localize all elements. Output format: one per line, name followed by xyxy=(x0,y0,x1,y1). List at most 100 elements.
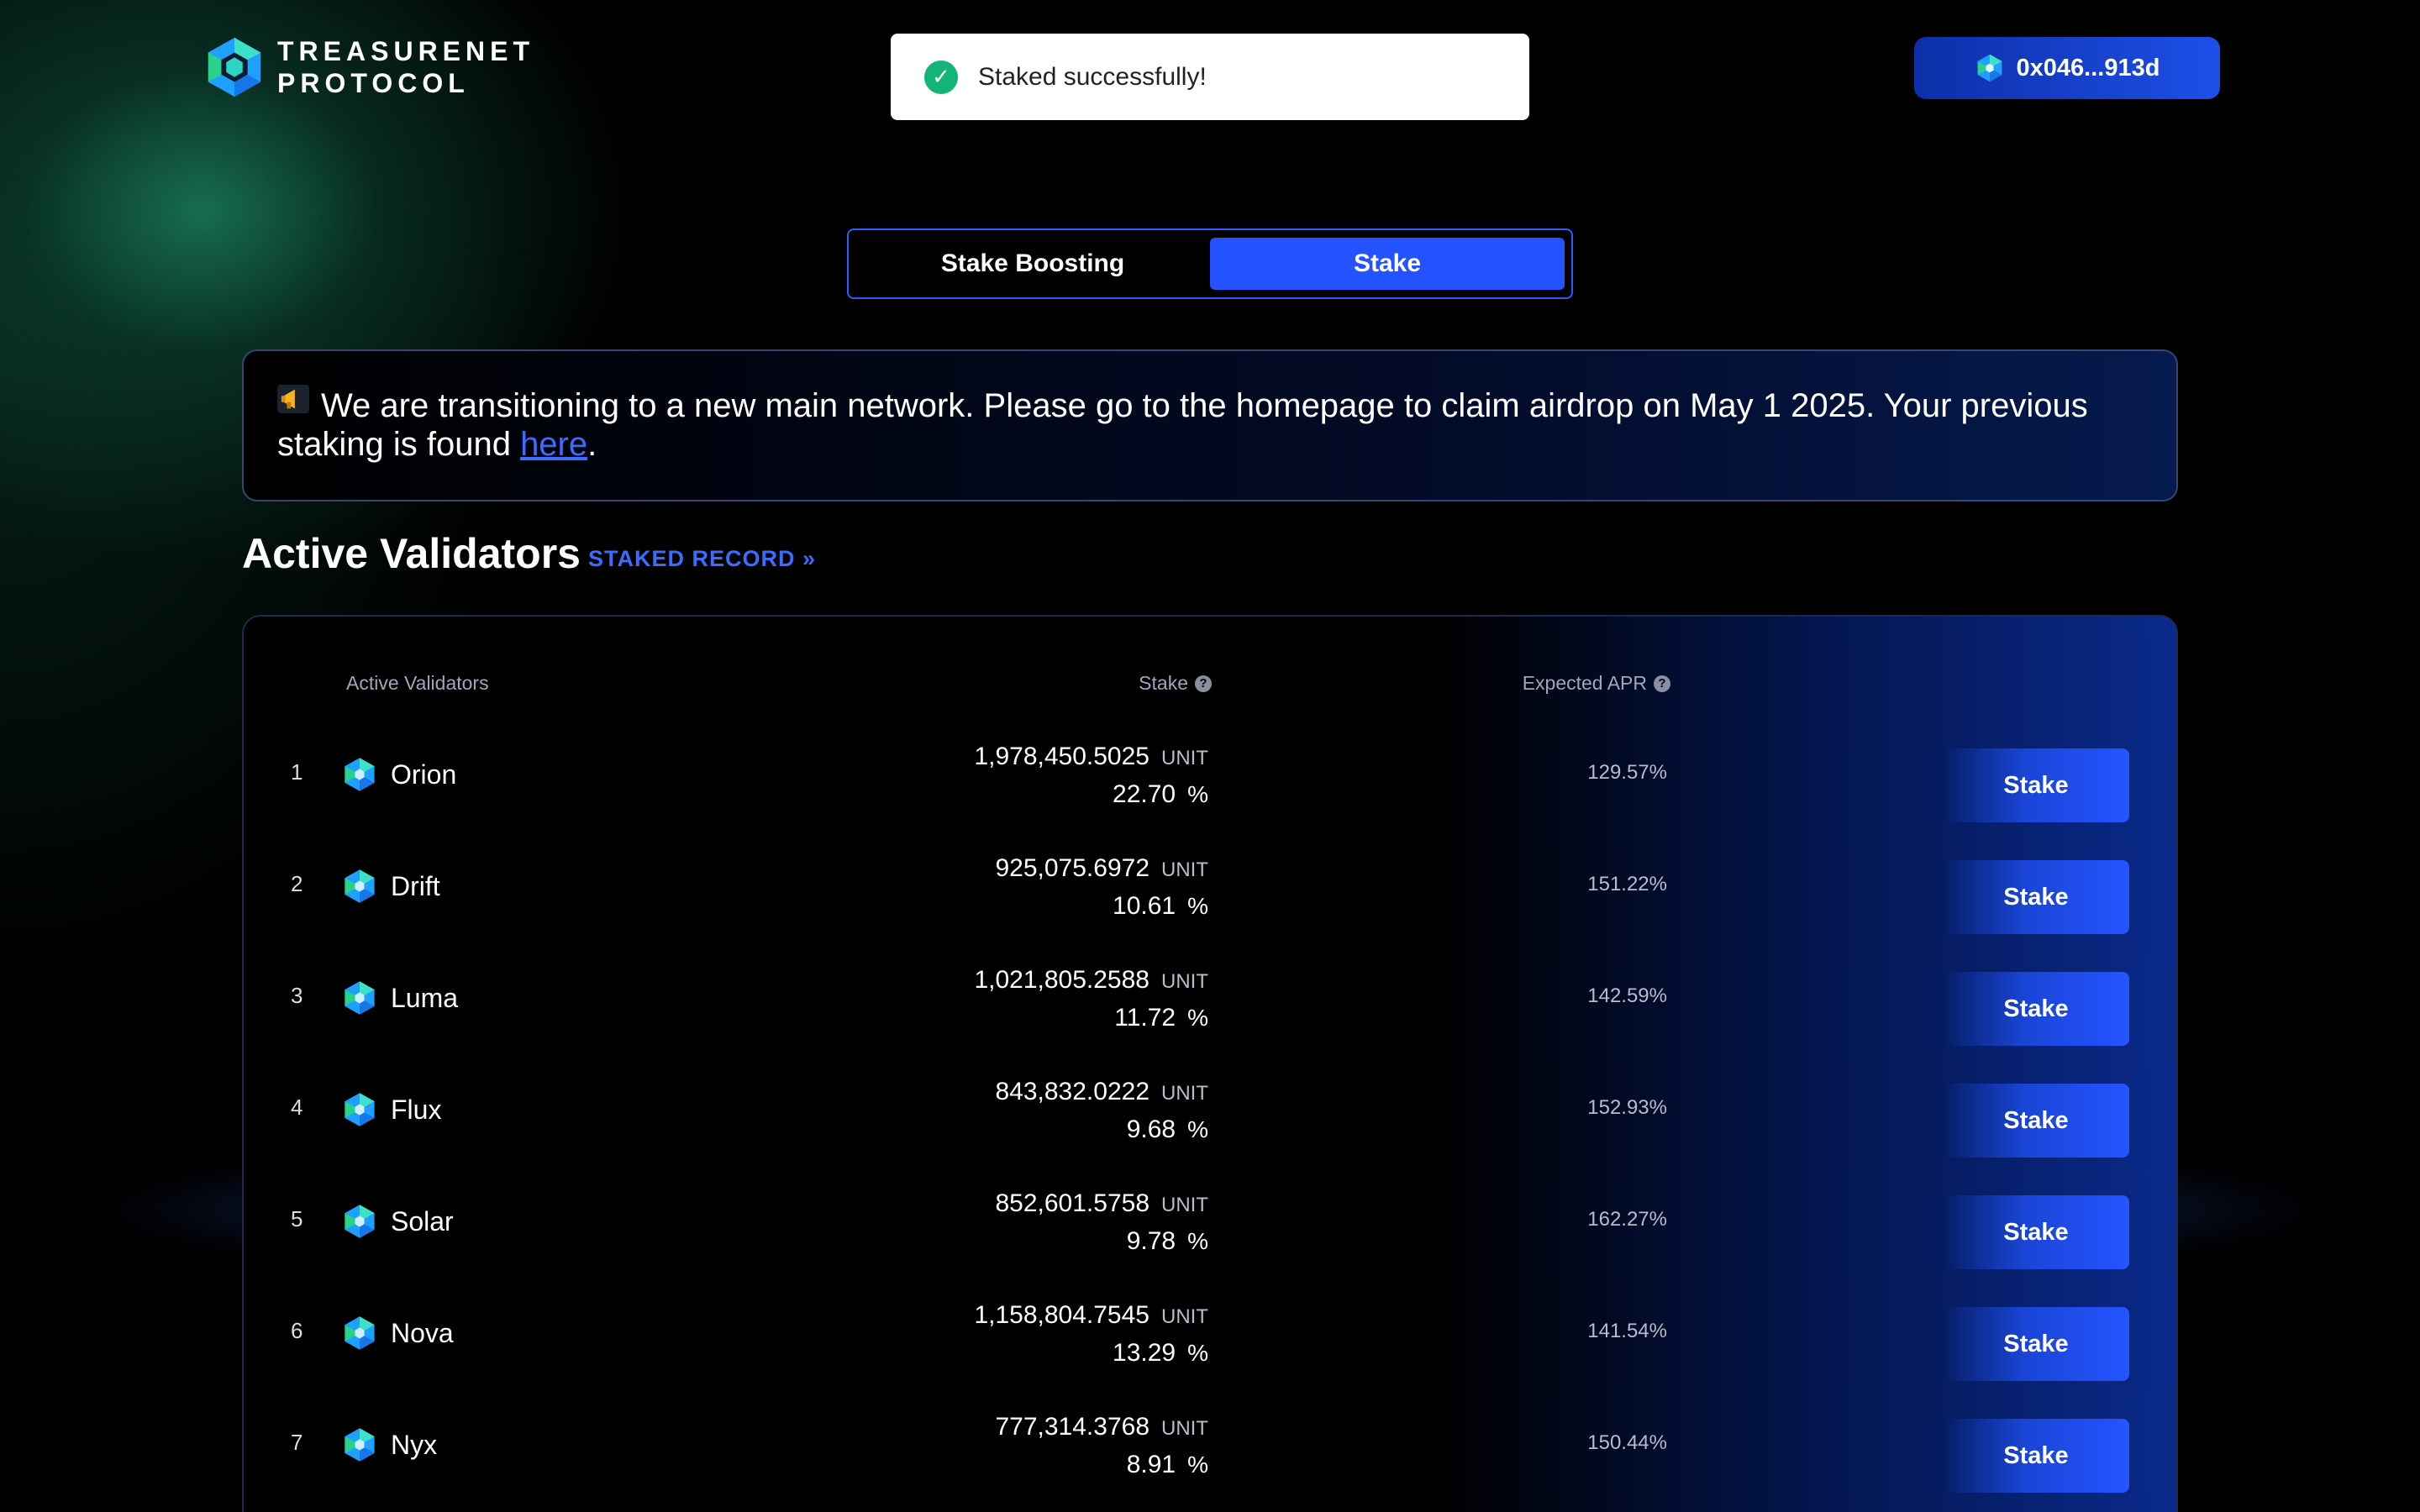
validator-rank: 1 xyxy=(291,759,303,785)
banner-period: . xyxy=(587,426,597,463)
unit-label: UNIT xyxy=(1161,970,1208,993)
stake-button[interactable]: Stake xyxy=(1943,1195,2129,1269)
expected-apr: 162.27% xyxy=(1587,1208,1667,1231)
percent-sign: % xyxy=(1187,1005,1208,1031)
stake-percent: 10.61% xyxy=(1113,892,1208,921)
validator-rank: 6 xyxy=(291,1318,303,1343)
treasurenet-logo-icon xyxy=(208,37,261,97)
validator-name: Flux xyxy=(391,1095,442,1125)
col-header-apr: Expected APR ? xyxy=(1523,672,1670,695)
stake-button[interactable]: Stake xyxy=(1943,748,2129,822)
percent-sign: % xyxy=(1187,781,1208,807)
col-header-stake-label: Stake xyxy=(1139,672,1188,694)
table-row: 1 Orion 1,978,450.5025 UNIT 22.70% 129.57… xyxy=(244,726,2176,837)
stake-percent: 9.78% xyxy=(1127,1227,1208,1256)
stake-percent-value: 9.68 xyxy=(1126,1116,1176,1143)
expected-apr: 129.57% xyxy=(1587,761,1667,784)
validator-cube-icon xyxy=(345,981,375,1015)
tab-stake[interactable]: Stake xyxy=(1210,238,1565,290)
help-icon[interactable]: ? xyxy=(1195,675,1212,692)
section-title: Active Validators xyxy=(242,530,581,577)
validator-rank: 3 xyxy=(291,983,303,1008)
col-header-stake: Stake ? xyxy=(1139,672,1212,695)
wallet-button[interactable]: 0x046...913d xyxy=(1914,37,2220,99)
validator-cube-icon xyxy=(345,1428,375,1462)
tab-stake-boosting[interactable]: Stake Boosting xyxy=(855,238,1210,290)
success-toast: ✓ Staked successfully! xyxy=(891,34,1529,120)
stake-button[interactable]: Stake xyxy=(1943,1419,2129,1493)
unit-label: UNIT xyxy=(1161,747,1208,769)
stake-amount-value: 1,021,805.2588 xyxy=(974,966,1150,994)
unit-label: UNIT xyxy=(1161,858,1208,881)
logo-line2: PROTOCOL xyxy=(277,68,470,98)
stake-amount: 1,158,804.7545 UNIT xyxy=(974,1301,1208,1330)
expected-apr: 152.93% xyxy=(1587,1096,1667,1119)
toast-message: Staked successfully! xyxy=(978,62,1207,91)
stake-percent-value: 9.78 xyxy=(1126,1227,1176,1255)
stake-percent-value: 11.72 xyxy=(1114,1004,1176,1032)
logo[interactable]: TREASURENET PROTOCOL xyxy=(202,34,534,101)
expected-apr: 142.59% xyxy=(1587,984,1667,1007)
stake-percent: 8.91% xyxy=(1127,1451,1208,1479)
validator-cube-icon xyxy=(345,1316,375,1350)
expected-apr: 141.54% xyxy=(1587,1320,1667,1342)
wallet-address: 0x046...913d xyxy=(2016,54,2160,81)
percent-sign: % xyxy=(1187,1452,1208,1478)
stake-button[interactable]: Stake xyxy=(1943,860,2129,934)
stake-amount: 1,978,450.5025 UNIT xyxy=(974,743,1208,771)
validator-rank: 2 xyxy=(291,871,303,896)
stake-amount-value: 925,075.6972 xyxy=(995,854,1150,882)
announcement-banner: We are transitioning to a new main netwo… xyxy=(242,349,2178,501)
banner-here-link[interactable]: here xyxy=(520,426,587,463)
stake-percent: 9.68% xyxy=(1127,1116,1208,1144)
help-icon[interactable]: ? xyxy=(1654,675,1670,692)
stake-amount: 1,021,805.2588 UNIT xyxy=(974,966,1208,995)
validator-rank: 5 xyxy=(291,1206,303,1231)
megaphone-icon xyxy=(277,385,309,413)
table-row: 2 Drift 925,075.6972 UNIT 10.61% 151.22% … xyxy=(244,837,2176,949)
validator-name: Orion xyxy=(391,759,457,790)
unit-label: UNIT xyxy=(1161,1194,1208,1216)
stake-percent: 22.70% xyxy=(1113,780,1208,809)
validator-cube-icon xyxy=(345,1205,375,1238)
table-row: 3 Luma 1,021,805.2588 UNIT 11.72% 142.59%… xyxy=(244,949,2176,1061)
validator-name: Nova xyxy=(391,1318,454,1348)
col-header-validators: Active Validators xyxy=(346,672,489,694)
stake-percent: 13.29% xyxy=(1113,1339,1208,1368)
percent-sign: % xyxy=(1187,1116,1208,1142)
validator-cube-icon xyxy=(345,1093,375,1126)
expected-apr: 150.44% xyxy=(1587,1431,1667,1454)
col-header-apr-label: Expected APR xyxy=(1522,672,1647,694)
stake-percent: 11.72% xyxy=(1114,1004,1208,1032)
stake-amount: 843,832.0222 UNIT xyxy=(995,1078,1208,1106)
stake-button[interactable]: Stake xyxy=(1943,1307,2129,1381)
stake-amount-value: 1,158,804.7545 xyxy=(974,1301,1150,1329)
stake-button[interactable]: Stake xyxy=(1943,1084,2129,1158)
unit-label: UNIT xyxy=(1161,1082,1208,1105)
validator-name: Drift xyxy=(391,871,440,901)
check-circle-icon: ✓ xyxy=(924,60,958,94)
stake-amount-value: 1,978,450.5025 xyxy=(974,743,1150,770)
validator-cube-icon xyxy=(345,758,375,791)
validator-name: Solar xyxy=(391,1206,454,1236)
expected-apr: 151.22% xyxy=(1587,873,1667,895)
validators-table: Active Validators Stake ? Expected APR ?… xyxy=(242,615,2178,1512)
table-row: 7 Nyx 777,314.3768 UNIT 8.91% 150.44% Sta… xyxy=(244,1396,2176,1508)
table-row: 6 Nova 1,158,804.7545 UNIT 13.29% 141.54%… xyxy=(244,1284,2176,1396)
stake-amount: 925,075.6972 UNIT xyxy=(995,854,1208,883)
unit-label: UNIT xyxy=(1161,1305,1208,1328)
stake-amount-value: 777,314.3768 xyxy=(995,1413,1150,1441)
stake-percent-value: 22.70 xyxy=(1113,780,1176,808)
percent-sign: % xyxy=(1187,1340,1208,1366)
validator-rank: 7 xyxy=(291,1430,303,1455)
validator-cube-icon xyxy=(345,869,375,903)
stake-amount-value: 843,832.0222 xyxy=(995,1078,1150,1105)
stake-percent-value: 13.29 xyxy=(1113,1339,1176,1367)
page: TREASURENET PROTOCOL ✓ Staked successful… xyxy=(0,0,2420,1512)
logo-line1: TREASURENET xyxy=(277,36,535,66)
stake-button[interactable]: Stake xyxy=(1943,972,2129,1046)
staked-record-link[interactable]: STAKED RECORD » xyxy=(588,546,816,572)
stake-percent-value: 8.91 xyxy=(1126,1451,1176,1478)
unit-label: UNIT xyxy=(1161,1417,1208,1440)
table-row: 5 Solar 852,601.5758 UNIT 9.78% 162.27% S… xyxy=(244,1173,2176,1284)
